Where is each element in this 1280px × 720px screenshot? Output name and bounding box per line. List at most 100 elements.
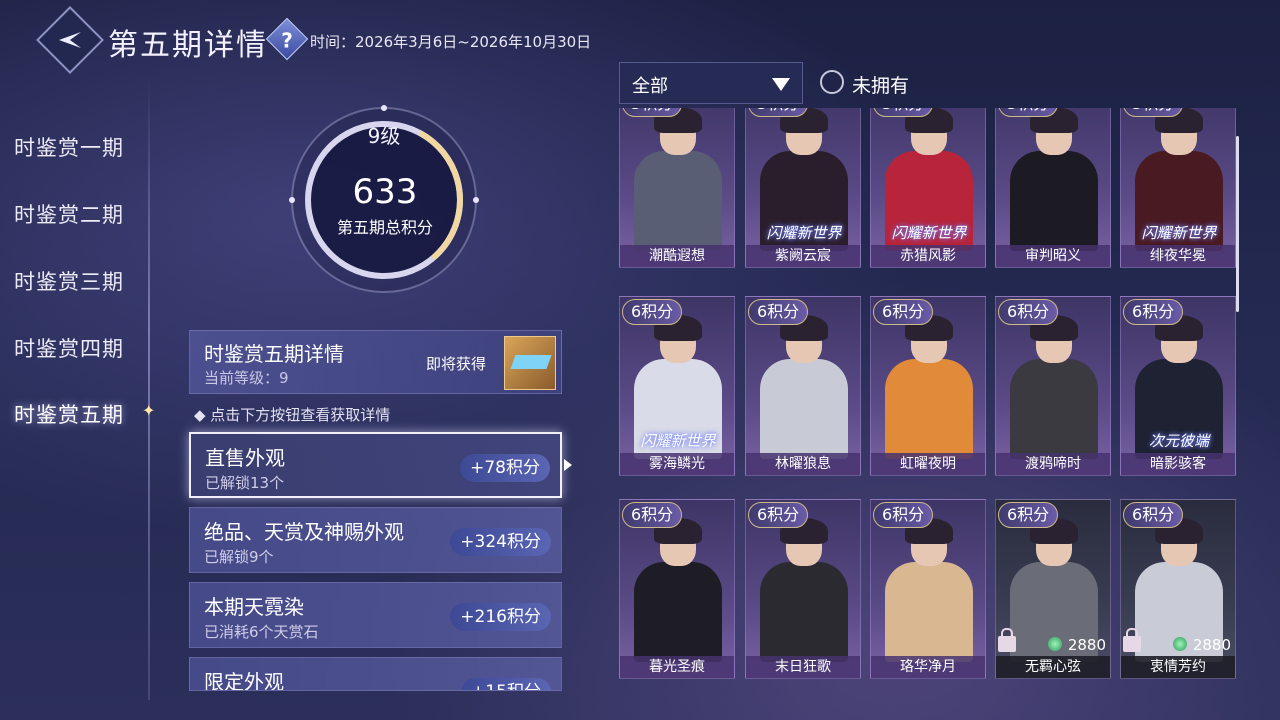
outfit-card[interactable]: 6积分末日狂歌 bbox=[745, 499, 861, 679]
outfit-card[interactable]: 5积分潮酷遐想 bbox=[619, 108, 735, 268]
points-badge: 6积分 bbox=[873, 502, 934, 528]
category-title: 直售外观 bbox=[205, 446, 285, 470]
points-badge: 6积分 bbox=[873, 299, 934, 325]
outfit-figure bbox=[760, 562, 848, 662]
outfit-card[interactable]: 6积分渡鸦啼时 bbox=[995, 296, 1111, 476]
points-badge: 6积分 bbox=[1123, 299, 1184, 325]
nav-item-period-5[interactable]: 时鉴赏五期 bbox=[14, 399, 124, 429]
outfit-figure bbox=[760, 359, 848, 459]
outfit-name: 暗影骇客 bbox=[1121, 453, 1235, 475]
nav-item-period-3[interactable]: 时鉴赏三期 bbox=[14, 266, 124, 296]
outfit-name: 渡鸦啼时 bbox=[996, 453, 1110, 475]
points-badge: 6积分 bbox=[622, 502, 683, 528]
outfit-card[interactable]: 6积分珞华净月 bbox=[870, 499, 986, 679]
points-badge: 5积分 bbox=[1123, 108, 1184, 117]
outfit-name: 暮光圣痕 bbox=[620, 656, 734, 678]
jade-currency-icon bbox=[1048, 637, 1062, 651]
help-button[interactable]: ? bbox=[265, 17, 309, 61]
collection-tag: 闪耀新世界 bbox=[1141, 224, 1217, 242]
outfit-figure bbox=[885, 562, 973, 662]
outfit-card[interactable]: 6积分虹曜夜明 bbox=[870, 296, 986, 476]
outfit-card[interactable]: 6积分 林曜狼息 bbox=[745, 296, 861, 476]
category-points: +78积分 bbox=[460, 454, 550, 482]
points-badge: 6积分 bbox=[998, 502, 1059, 528]
outfit-card[interactable]: 5积分审判昭义 bbox=[995, 108, 1111, 268]
outfit-name: 潮酷遐想 bbox=[620, 245, 734, 267]
points-badge: 5积分 bbox=[622, 108, 683, 117]
outfit-grid: 5积分潮酷遐想5积分闪耀新世界紫阙云宸5积分闪耀新世界赤猎风影5积分审判昭义5积… bbox=[619, 108, 1239, 692]
filter-dropdown[interactable]: 全部 bbox=[619, 62, 803, 104]
outfit-figure bbox=[885, 359, 973, 459]
category-subtitle: 已解锁13个 bbox=[205, 474, 285, 492]
category-points: +15积分 bbox=[461, 678, 551, 690]
category-premium[interactable]: 绝品、天赏及神赐外观 已解锁9个 +324积分 bbox=[189, 507, 562, 573]
total-score: 633 bbox=[352, 172, 418, 212]
outfit-name: 赤猎风影 bbox=[871, 245, 985, 267]
outfit-name: 无羁心弦 bbox=[996, 656, 1110, 678]
nav-item-period-4[interactable]: 时鉴赏四期 bbox=[14, 333, 124, 363]
selected-arrow-icon bbox=[564, 459, 572, 471]
outfit-card[interactable]: 5积分闪耀新世界绯夜华冕 bbox=[1120, 108, 1236, 268]
outfit-price: 2880 bbox=[1067, 636, 1106, 654]
outfit-name: 审判昭义 bbox=[996, 245, 1110, 267]
outfit-name: 虹曜夜明 bbox=[871, 453, 985, 475]
lock-icon bbox=[998, 628, 1016, 652]
outfit-card[interactable]: 6积分闪耀新世界雾海鳞光 bbox=[619, 296, 735, 476]
outfit-name: 衷情芳约 bbox=[1121, 656, 1235, 678]
outfit-card[interactable]: 6积分 2880 衷情芳约 bbox=[1120, 499, 1236, 679]
category-title: 限定外观 bbox=[204, 670, 284, 691]
page-title: 第五期详情 bbox=[108, 28, 268, 63]
outfit-name: 雾海鳞光 bbox=[620, 453, 734, 475]
outfit-figure bbox=[1010, 359, 1098, 459]
back-arrow-icon bbox=[59, 32, 81, 48]
question-icon: ? bbox=[281, 28, 293, 53]
jade-currency-icon bbox=[1173, 637, 1187, 651]
nav-divider bbox=[148, 80, 150, 700]
outfit-name: 珞华净月 bbox=[871, 656, 985, 678]
lock-icon bbox=[1123, 628, 1141, 652]
outfit-figure bbox=[1010, 151, 1098, 251]
outfit-card[interactable]: 5积分闪耀新世界赤猎风影 bbox=[870, 108, 986, 268]
period-detail-card: 时鉴赏五期详情 当前等级：9 即将获得 bbox=[189, 330, 562, 394]
category-title: 本期天霓染 bbox=[204, 595, 304, 619]
points-badge: 6积分 bbox=[748, 502, 809, 528]
outfit-name: 紫阙云宸 bbox=[746, 245, 860, 267]
outfit-card[interactable]: 6积分次元彼端暗影骇客 bbox=[1120, 296, 1236, 476]
outfit-name: 绯夜华冕 bbox=[1121, 245, 1235, 267]
category-subtitle: 已消耗6个天赏石 bbox=[204, 623, 319, 641]
collection-tag: 次元彼端 bbox=[1148, 432, 1209, 450]
caret-down-icon bbox=[772, 78, 790, 91]
dropdown-value: 全部 bbox=[632, 76, 668, 97]
reward-thumbnail[interactable] bbox=[504, 336, 556, 390]
coming-soon-label: 即将获得 bbox=[426, 355, 487, 373]
category-points: +324积分 bbox=[450, 528, 551, 556]
outfit-card[interactable]: 6积分暮光圣痕 bbox=[619, 499, 735, 679]
points-badge: 6积分 bbox=[748, 299, 809, 325]
category-limited[interactable]: 限定外观 +15积分 bbox=[189, 657, 562, 691]
outfit-card[interactable]: 6积分 2880 无羁心弦 bbox=[995, 499, 1111, 679]
outfit-figure bbox=[634, 151, 722, 251]
detail-title: 时鉴赏五期详情 bbox=[204, 342, 344, 366]
grid-scrollbar[interactable] bbox=[1236, 136, 1239, 312]
points-badge: 6积分 bbox=[622, 299, 683, 325]
category-direct-sale[interactable]: 直售外观 已解锁13个 +78积分 bbox=[189, 432, 562, 498]
category-dye[interactable]: 本期天霓染 已消耗6个天赏石 +216积分 bbox=[189, 582, 562, 648]
category-subtitle: 已解锁9个 bbox=[204, 548, 274, 566]
outfit-card[interactable]: 5积分闪耀新世界紫阙云宸 bbox=[745, 108, 861, 268]
collection-tag: 闪耀新世界 bbox=[640, 432, 716, 450]
collection-tag: 闪耀新世界 bbox=[766, 224, 842, 242]
nav-item-period-2[interactable]: 时鉴赏二期 bbox=[14, 199, 124, 229]
outfit-name: 末日狂歌 bbox=[746, 656, 860, 678]
points-badge: 6积分 bbox=[998, 299, 1059, 325]
collection-tag: 闪耀新世界 bbox=[891, 224, 967, 242]
nav-item-period-1[interactable]: 时鉴赏一期 bbox=[14, 132, 124, 162]
not-owned-label[interactable]: 未拥有 bbox=[852, 71, 909, 98]
active-star-icon: ✦ bbox=[142, 401, 156, 420]
not-owned-radio[interactable] bbox=[820, 70, 844, 94]
category-points: +216积分 bbox=[450, 603, 551, 631]
category-title: 绝品、天赏及神赐外观 bbox=[204, 520, 404, 544]
points-badge: 5积分 bbox=[873, 108, 934, 117]
points-badge: 5积分 bbox=[748, 108, 809, 117]
level-text: 9级 bbox=[367, 124, 401, 148]
back-button[interactable] bbox=[36, 6, 104, 74]
